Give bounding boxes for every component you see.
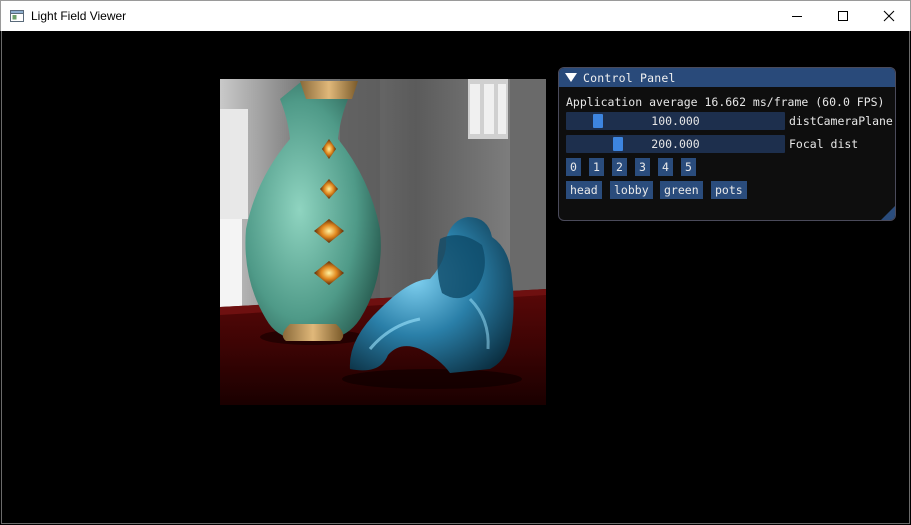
slider-value: 100.000	[651, 114, 700, 128]
maximize-button[interactable]	[820, 1, 866, 31]
minimize-button[interactable]	[774, 1, 820, 31]
app-window-icon	[10, 9, 24, 23]
view-button-4[interactable]: 4	[658, 158, 673, 176]
view-button-2[interactable]: 2	[612, 158, 627, 176]
maximize-icon	[838, 11, 848, 21]
window-title: Light Field Viewer	[31, 9, 127, 23]
light-field-render[interactable]	[220, 79, 546, 405]
scene-image	[220, 79, 546, 405]
scene-button-lobby[interactable]: lobby	[610, 181, 653, 199]
view-button-5[interactable]: 5	[681, 158, 696, 176]
scene-button-green[interactable]: green	[660, 181, 703, 199]
focal-dist-label: Focal dist	[789, 137, 859, 151]
view-button-0[interactable]: 0	[566, 158, 581, 176]
view-button-1[interactable]: 1	[589, 158, 604, 176]
focal-dist-slider[interactable]: 200.000	[566, 135, 785, 153]
dist-camera-plane-slider[interactable]: 100.000	[566, 112, 785, 130]
fps-readout: Application average 16.662 ms/frame (60.…	[566, 95, 885, 109]
dist-camera-plane-label: distCameraPlane	[789, 114, 893, 128]
scene-button-head[interactable]: head	[566, 181, 602, 199]
view-button-3[interactable]: 3	[635, 158, 650, 176]
collapse-arrow-icon[interactable]	[565, 72, 577, 83]
control-panel-titlebar[interactable]: Control Panel	[559, 68, 895, 87]
window-titlebar[interactable]: Light Field Viewer	[0, 0, 911, 31]
scene-button-pots[interactable]: pots	[711, 181, 747, 199]
control-panel-title: Control Panel	[583, 70, 676, 85]
close-button[interactable]	[866, 1, 911, 31]
control-panel[interactable]: Control Panel Application average 16.662…	[558, 67, 896, 221]
slider-value: 200.000	[651, 137, 700, 151]
resize-grip-icon[interactable]	[881, 206, 895, 220]
minimize-icon	[792, 16, 802, 17]
close-icon	[883, 10, 895, 22]
